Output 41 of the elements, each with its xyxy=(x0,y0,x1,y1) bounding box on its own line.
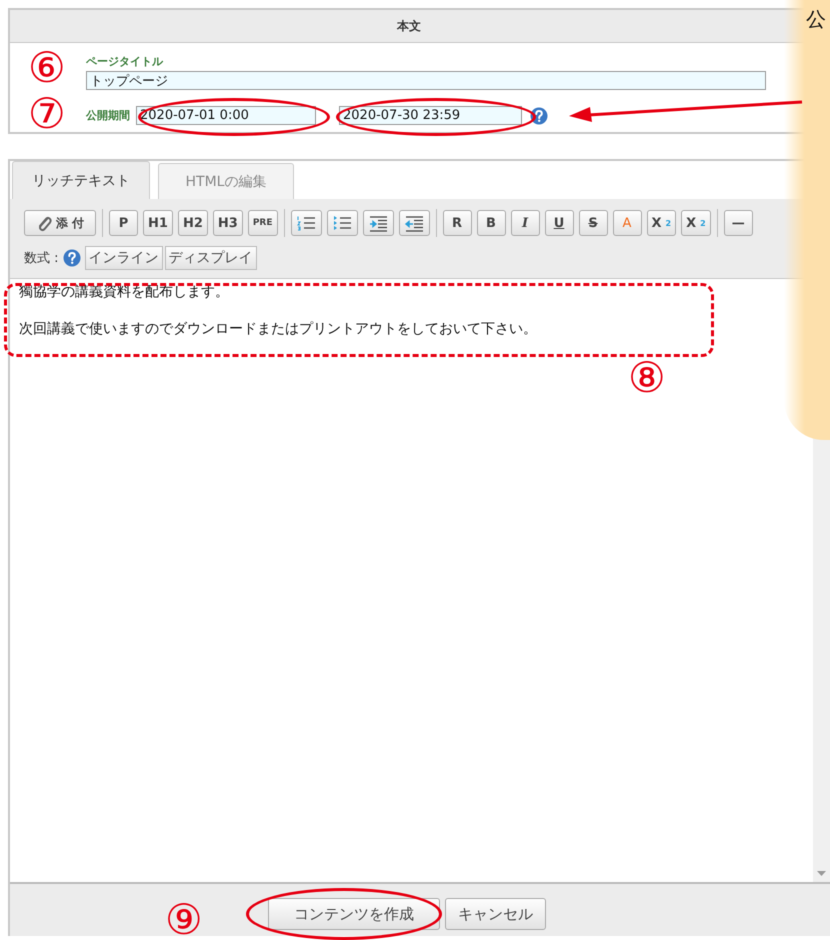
format-button[interactable]: H1 xyxy=(143,210,173,236)
attach-button[interactable]: 添 付 xyxy=(24,210,96,236)
outdent-button[interactable] xyxy=(398,210,430,236)
format-button[interactable]: U xyxy=(544,210,574,236)
format-button[interactable]: — xyxy=(724,210,753,236)
ordered-list-icon xyxy=(296,214,316,232)
indent-icon xyxy=(368,214,388,232)
step-marker: ⑨ xyxy=(165,898,203,940)
editor-tab[interactable]: リッチテキスト xyxy=(12,161,150,199)
body-paragraph: 次回講義で使いますのでダウンロードまたはプリントアウトをしておいて下さい。 xyxy=(19,320,538,338)
bullet-list-icon xyxy=(332,214,352,232)
math-button[interactable]: ディスプレイ xyxy=(164,246,257,270)
title-input[interactable]: トップページ xyxy=(86,71,766,90)
format-button[interactable]: R xyxy=(442,210,472,236)
format-button[interactable]: H2 xyxy=(178,210,208,236)
help-icon[interactable] xyxy=(530,106,548,124)
side-text: 公 xyxy=(806,6,827,33)
format-button[interactable]: P xyxy=(109,210,138,236)
outdent-icon xyxy=(404,214,424,232)
step-marker: ⑧ xyxy=(628,356,666,400)
step-marker: ⑥ xyxy=(28,46,66,90)
scroll-down-icon xyxy=(817,871,826,876)
bullet-list-button[interactable] xyxy=(326,210,358,236)
format-button[interactable]: B xyxy=(476,210,506,236)
field-label: ページタイトル xyxy=(86,54,164,69)
date-input[interactable]: 2020-07-01 0:00 xyxy=(136,106,316,125)
help-icon[interactable] xyxy=(62,249,81,267)
step-marker: ⑦ xyxy=(28,92,66,136)
format-button[interactable]: X$^{2}$ xyxy=(646,210,676,236)
field-label: 公開期間 xyxy=(86,108,130,123)
math-label: 数式 : xyxy=(24,250,59,267)
format-button[interactable]: I xyxy=(510,210,540,236)
date-input[interactable]: 2020-07-30 23:59 xyxy=(339,106,522,125)
ordered-list-button[interactable] xyxy=(290,210,322,236)
format-button[interactable]: H3 xyxy=(212,210,243,236)
footer-button[interactable]: キャンセル xyxy=(445,898,546,930)
format-button[interactable]: PRE xyxy=(248,210,278,236)
indent-button[interactable] xyxy=(362,210,394,236)
math-button[interactable]: インライン xyxy=(84,246,163,270)
footer-button[interactable]: コンテンツを作成 xyxy=(268,898,440,930)
format-button[interactable]: S xyxy=(578,210,608,236)
